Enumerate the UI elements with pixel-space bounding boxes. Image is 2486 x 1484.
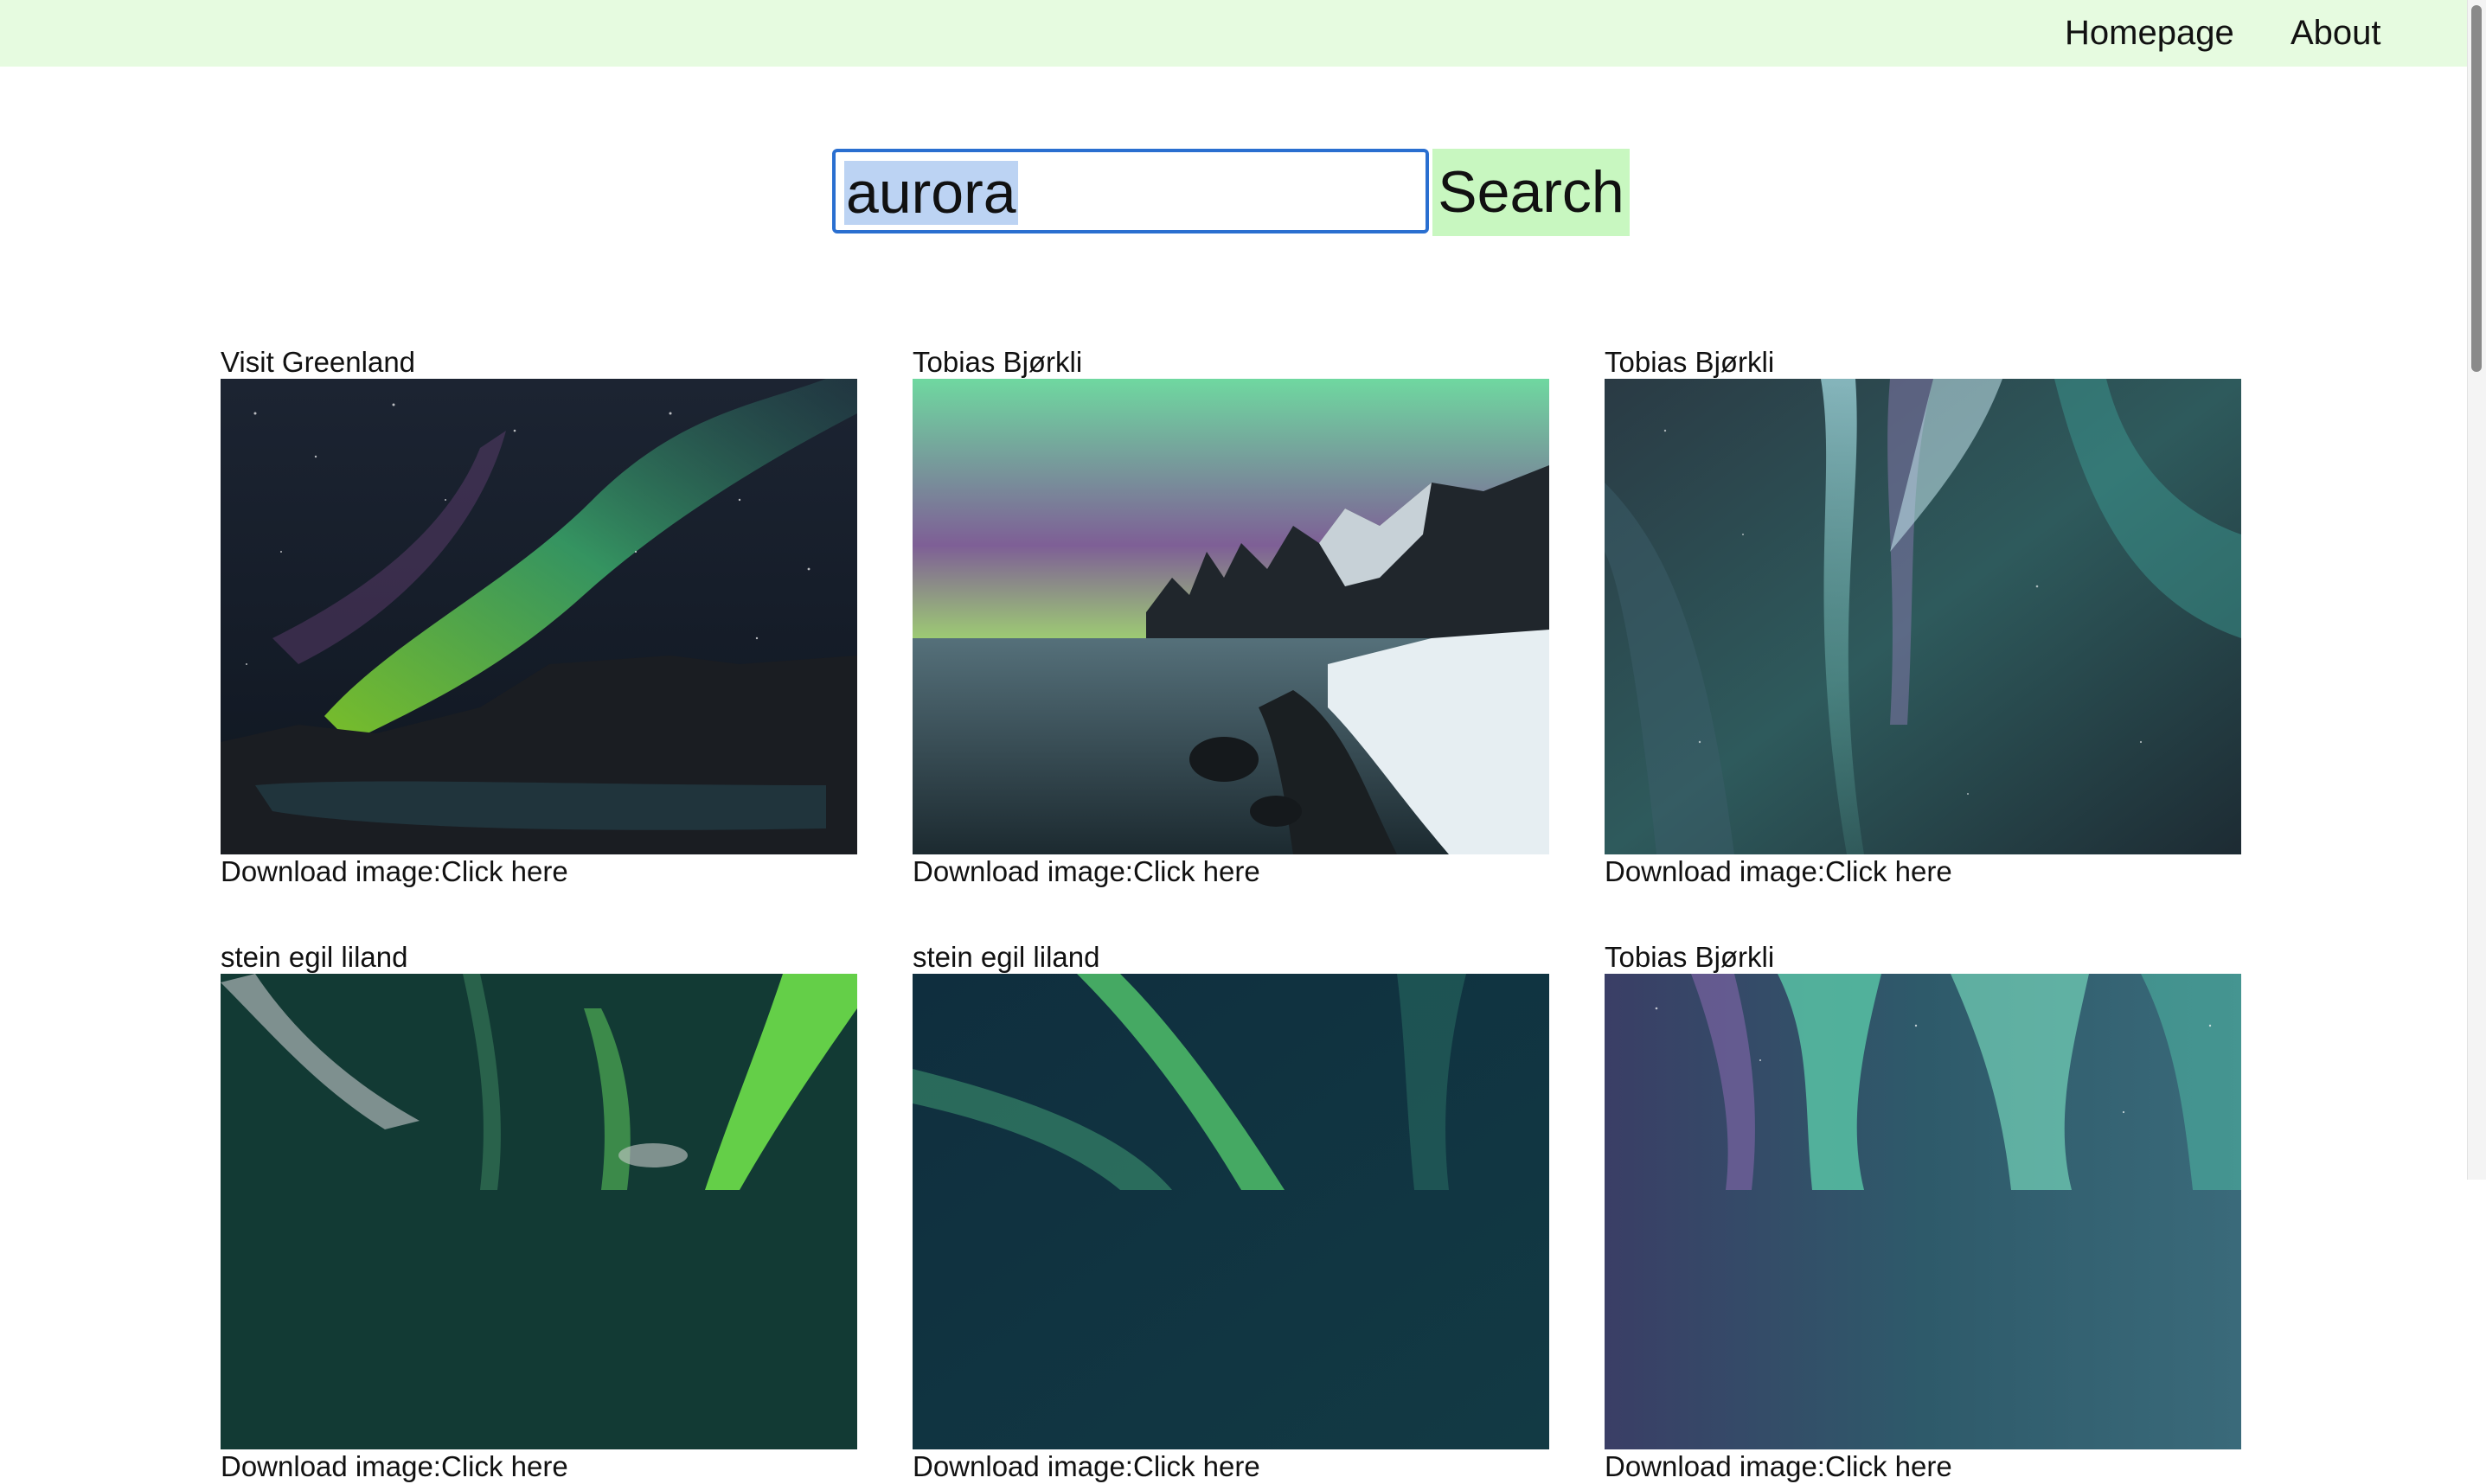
result-author: Tobias Bjørkli [1605, 346, 1775, 378]
download-row: Download image:Click here [1605, 854, 2241, 889]
download-row: Download image:Click here [1605, 1449, 2241, 1484]
result-image[interactable] [913, 379, 1549, 854]
download-row: Download image:Click here [913, 854, 1549, 889]
download-label: Download image: [221, 855, 441, 887]
result-card: stein egil liland Download image:Click h… [913, 941, 1549, 1484]
result-card: Tobias Bjørkli Download image:Click here [1605, 346, 2241, 889]
top-nav: Homepage About [0, 0, 2467, 67]
page-scrollbar-thumb[interactable] [2471, 5, 2482, 372]
result-image[interactable] [913, 974, 1549, 1449]
result-image[interactable] [221, 974, 857, 1449]
result-image[interactable] [1605, 974, 2241, 1449]
result-author: stein egil liland [913, 941, 1100, 973]
search-input[interactable]: aurora [832, 149, 1429, 233]
result-author: Tobias Bjørkli [1605, 941, 1775, 973]
download-link[interactable]: Click here [1133, 855, 1260, 887]
download-row: Download image:Click here [913, 1449, 1549, 1484]
download-label: Download image: [913, 1450, 1133, 1482]
download-label: Download image: [1605, 1450, 1825, 1482]
nav-homepage-link[interactable]: Homepage [2065, 12, 2234, 54]
result-author: Tobias Bjørkli [913, 346, 1083, 378]
nav-about-link[interactable]: About [2291, 12, 2381, 54]
result-author: stein egil liland [221, 941, 408, 973]
result-card: Tobias Bjørkli Download image:Click here [913, 346, 1549, 889]
result-image[interactable] [1605, 379, 2241, 854]
result-card: Visit Greenland Download image:Click her… [221, 346, 857, 889]
download-link[interactable]: Click here [1825, 1450, 1952, 1482]
download-link[interactable]: Click here [1825, 855, 1952, 887]
download-row: Download image:Click here [221, 854, 857, 889]
result-card: stein egil liland Download image:Click h… [221, 941, 857, 1484]
download-row: Download image:Click here [221, 1449, 857, 1484]
search-button[interactable]: Search [1432, 149, 1630, 236]
download-label: Download image: [1605, 855, 1825, 887]
result-author: Visit Greenland [221, 346, 416, 378]
download-link[interactable]: Click here [1133, 1450, 1260, 1482]
search-input-value: aurora [844, 160, 1018, 226]
download-label: Download image: [221, 1450, 441, 1482]
result-card: Tobias Bjørkli Download image:Click here [1605, 941, 2241, 1484]
download-link[interactable]: Click here [441, 855, 568, 887]
download-link[interactable]: Click here [441, 1450, 568, 1482]
result-image[interactable] [221, 379, 857, 854]
download-label: Download image: [913, 855, 1133, 887]
